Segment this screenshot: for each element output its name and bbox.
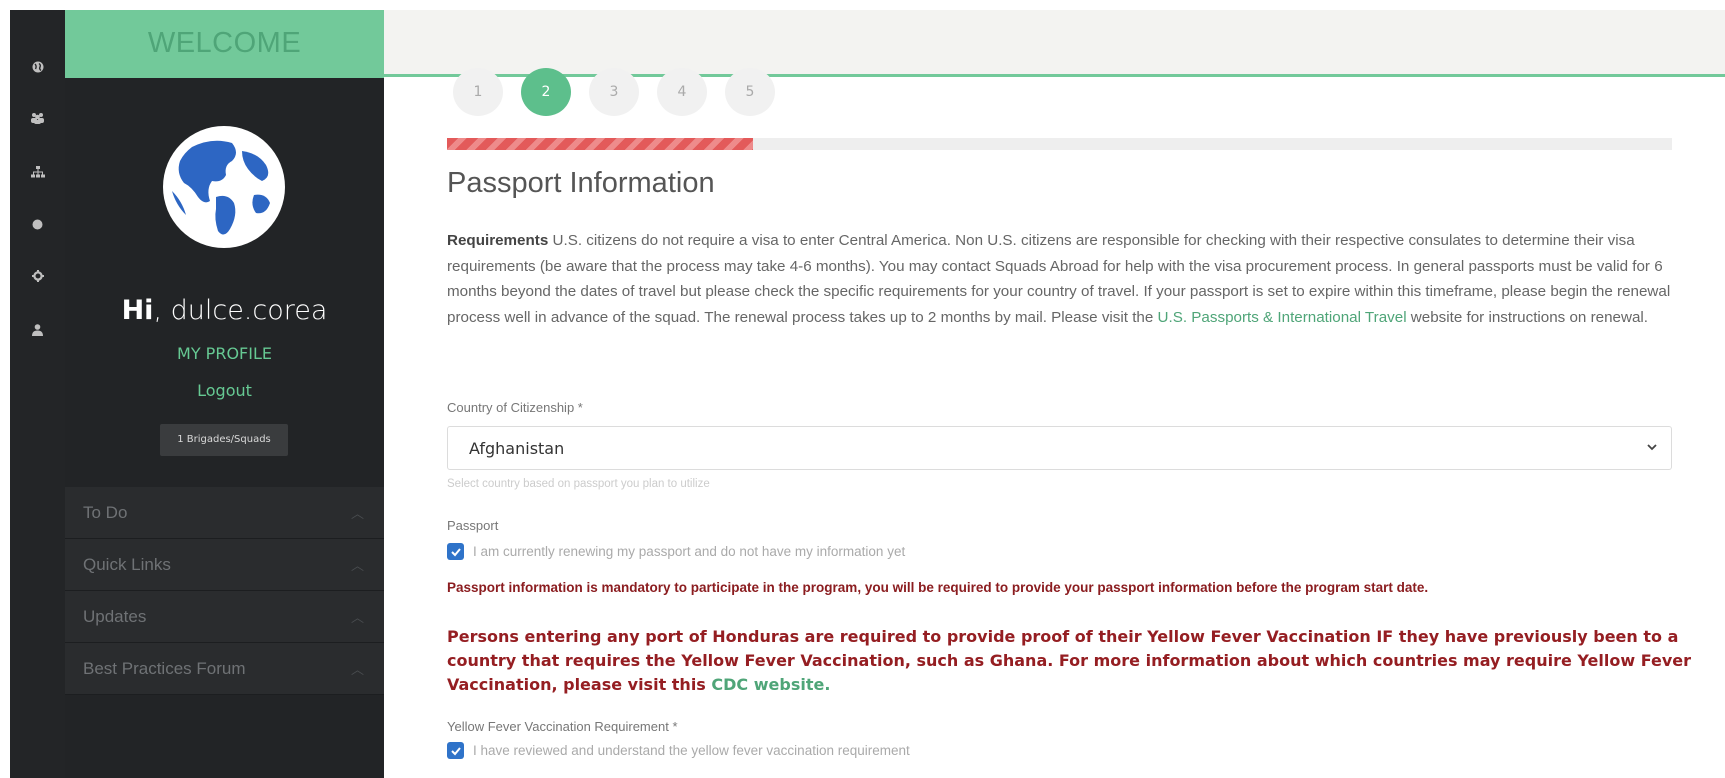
country-select[interactable]: Afghanistan	[447, 426, 1672, 470]
chevron-up-icon: ︿	[350, 610, 364, 625]
avatar[interactable]	[162, 125, 286, 249]
globe-icon[interactable]	[10, 57, 65, 77]
top-header	[384, 10, 1725, 76]
chevron-down-icon	[1645, 439, 1659, 458]
gear-icon[interactable]	[10, 266, 65, 286]
sidebar-item-updates[interactable]: Updates ︿	[65, 591, 384, 643]
step-5[interactable]: 5	[725, 68, 775, 116]
check-icon	[450, 547, 461, 556]
passports-link[interactable]: U.S. Passports & International Travel	[1158, 309, 1407, 326]
sidebar-item-label: To Do	[83, 502, 128, 522]
yellow-fever-checkbox[interactable]	[447, 742, 464, 759]
user-icon[interactable]	[10, 320, 65, 340]
sitemap-icon[interactable]	[10, 162, 65, 182]
sidebar-item-quick-links[interactable]: Quick Links ︿	[65, 539, 384, 591]
step-4[interactable]: 4	[657, 68, 707, 116]
globe-icon	[163, 126, 285, 248]
chevron-up-icon: ︿	[350, 662, 364, 677]
yellow-fever-notice: Persons entering any port of Honduras ar…	[447, 627, 1691, 694]
step-1[interactable]: 1	[453, 68, 503, 116]
sidebar-menu: To Do ︿ Quick Links ︿ Updates ︿ Best Pra…	[65, 487, 384, 695]
chevron-up-icon: ︿	[350, 558, 364, 573]
passport-warning: Passport information is mandatory to par…	[447, 580, 1429, 595]
step-2[interactable]: 2	[521, 68, 571, 116]
country-select-value: Afghanistan	[469, 438, 565, 458]
passport-renewing-checkbox[interactable]	[447, 543, 464, 560]
welcome-header: WELCOME	[65, 10, 384, 78]
circle-icon[interactable]	[10, 214, 65, 234]
brigades-badge[interactable]: 1 Brigades/Squads	[160, 424, 288, 456]
check-icon	[450, 746, 461, 755]
sidebar-item-label: Updates	[83, 606, 147, 626]
sidebar-item-label: Best Practices Forum	[83, 658, 246, 678]
requirements-label: Requirements	[447, 232, 549, 249]
passport-renewing-label: I am currently renewing my passport and …	[473, 544, 906, 559]
country-label: Country of Citizenship *	[447, 400, 583, 415]
passport-renewing-row: I am currently renewing my passport and …	[447, 543, 905, 560]
step-3[interactable]: 3	[589, 68, 639, 116]
progress-fill	[447, 138, 754, 150]
requirements-text: Requirements U.S. citizens do not requir…	[447, 232, 1671, 326]
icon-rail	[10, 10, 65, 778]
yellow-fever-row: I have reviewed and understand the yello…	[447, 742, 910, 759]
user-greeting: Hi, dulce.corea	[121, 295, 328, 326]
users-icon[interactable]	[10, 108, 65, 128]
passport-label: Passport	[447, 518, 499, 533]
chevron-up-icon: ︿	[350, 506, 364, 521]
my-profile-link[interactable]: MY PROFILE	[65, 344, 384, 363]
progress-bar	[447, 138, 1672, 150]
header-divider	[384, 74, 1725, 77]
sidebar-item-to-do[interactable]: To Do ︿	[65, 487, 384, 539]
sidebar-item-best-practices-forum[interactable]: Best Practices Forum ︿	[65, 643, 384, 695]
country-help-text: Select country based on passport you pla…	[447, 478, 710, 490]
sidebar: WELCOME Hi, dulce.corea MY PROFILE Logou…	[65, 10, 384, 778]
cdc-website-link[interactable]: CDC website.	[711, 675, 830, 694]
yellow-fever-checkbox-label: I have reviewed and understand the yello…	[473, 743, 910, 758]
page-title: Passport Information	[447, 167, 715, 199]
yellow-fever-label: Yellow Fever Vaccination Requirement *	[447, 719, 678, 734]
sidebar-item-label: Quick Links	[83, 554, 171, 574]
logout-link[interactable]: Logout	[65, 381, 384, 400]
